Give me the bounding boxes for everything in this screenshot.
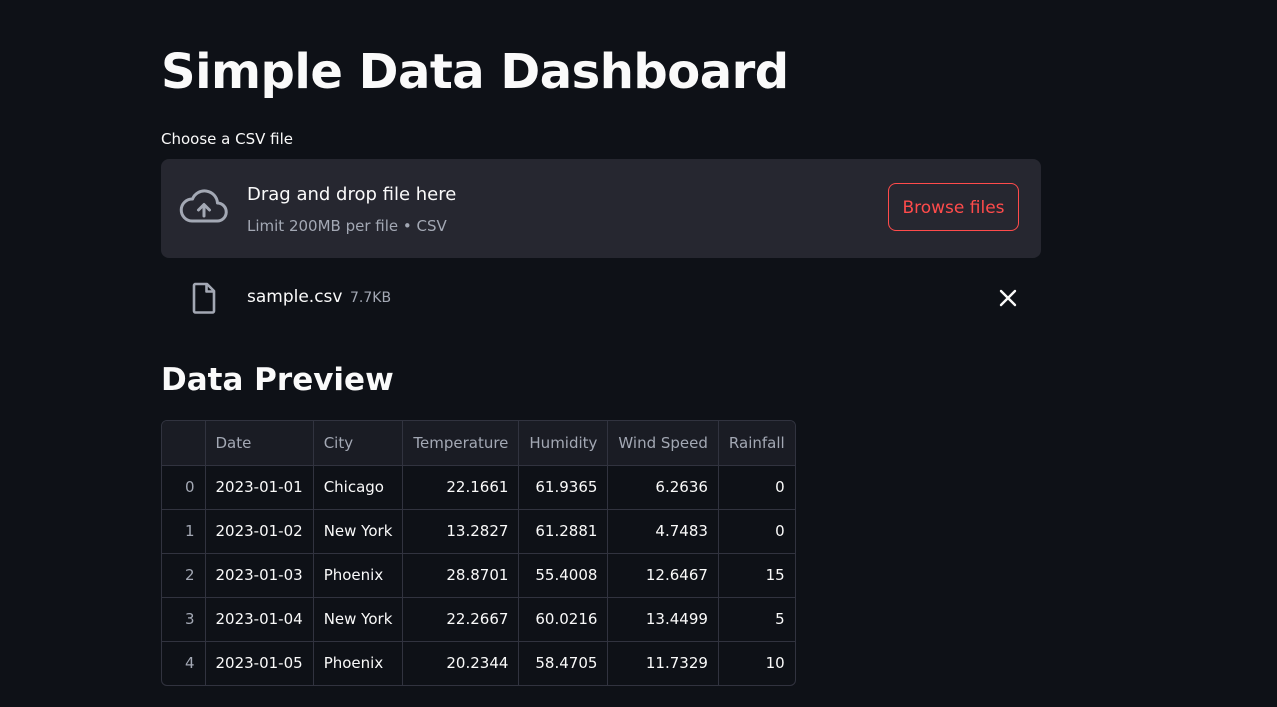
cell-date[interactable]: 2023-01-01 <box>205 465 314 510</box>
column-header-date[interactable]: Date <box>205 421 314 466</box>
column-header-humidity[interactable]: Humidity <box>518 421 609 466</box>
cell-rainfall[interactable]: 0 <box>718 509 795 554</box>
uploaded-file-size: 7.7KB <box>350 290 392 306</box>
column-header-temperature[interactable]: Temperature <box>402 421 520 466</box>
cell-wind-speed[interactable]: 4.7483 <box>607 509 719 554</box>
table-row: 1 2023-01-02 New York 13.2827 61.2881 4.… <box>162 509 795 554</box>
cell-humidity[interactable]: 60.0216 <box>518 597 609 642</box>
row-index: 1 <box>162 509 206 554</box>
table-header-row: Date City Temperature Humidity Wind Spee… <box>162 421 795 466</box>
row-index: 2 <box>162 553 206 598</box>
cell-date[interactable]: 2023-01-04 <box>205 597 314 642</box>
cell-date[interactable]: 2023-01-02 <box>205 509 314 554</box>
column-header-index[interactable] <box>162 421 206 466</box>
cell-rainfall[interactable]: 10 <box>718 641 794 685</box>
uploader-label: Choose a CSV file <box>161 130 293 148</box>
cell-rainfall[interactable]: 5 <box>718 597 795 642</box>
row-index: 3 <box>162 597 206 642</box>
cell-humidity[interactable]: 58.4705 <box>518 641 609 685</box>
cell-city[interactable]: New York <box>313 597 404 642</box>
cell-city[interactable]: Chicago <box>313 465 404 510</box>
data-preview-title: Data Preview <box>161 362 394 398</box>
cell-rainfall[interactable]: 15 <box>718 553 795 598</box>
cell-wind-speed[interactable]: 11.7329 <box>607 641 719 685</box>
cell-city[interactable]: Phoenix <box>313 641 404 685</box>
uploaded-file-row: sample.csv 7.7KB <box>161 272 1041 322</box>
dropzone-title: Drag and drop file here <box>247 184 457 205</box>
row-index: 0 <box>162 465 206 510</box>
column-header-wind-speed[interactable]: Wind Speed <box>607 421 719 466</box>
table-row: 4 2023-01-05 Phoenix 20.2344 58.4705 11.… <box>162 641 795 685</box>
cell-humidity[interactable]: 61.2881 <box>518 509 609 554</box>
close-icon[interactable] <box>997 287 1019 309</box>
browse-files-button[interactable]: Browse files <box>888 183 1019 231</box>
cell-temperature[interactable]: 28.8701 <box>402 553 520 598</box>
row-index: 4 <box>162 641 206 685</box>
cell-wind-speed[interactable]: 12.6467 <box>607 553 719 598</box>
file-dropzone[interactable]: Drag and drop file here Limit 200MB per … <box>161 159 1041 258</box>
column-header-rainfall[interactable]: Rainfall <box>718 421 795 466</box>
cell-wind-speed[interactable]: 6.2636 <box>607 465 719 510</box>
table-row: 3 2023-01-04 New York 22.2667 60.0216 13… <box>162 597 795 642</box>
uploaded-file-name: sample.csv <box>247 287 343 307</box>
cell-temperature[interactable]: 20.2344 <box>402 641 520 685</box>
cell-humidity[interactable]: 55.4008 <box>518 553 609 598</box>
table-row: 0 2023-01-01 Chicago 22.1661 61.9365 6.2… <box>162 465 795 510</box>
file-icon <box>192 282 216 314</box>
cell-date[interactable]: 2023-01-03 <box>205 553 314 598</box>
cell-humidity[interactable]: 61.9365 <box>518 465 609 510</box>
column-header-city[interactable]: City <box>313 421 404 466</box>
data-preview-table[interactable]: Date City Temperature Humidity Wind Spee… <box>161 420 796 686</box>
table-row: 2 2023-01-03 Phoenix 28.8701 55.4008 12.… <box>162 553 795 598</box>
cloud-upload-icon <box>179 189 228 223</box>
cell-wind-speed[interactable]: 13.4499 <box>607 597 719 642</box>
dropzone-limit-text: Limit 200MB per file • CSV <box>247 217 447 235</box>
cell-city[interactable]: Phoenix <box>313 553 404 598</box>
cell-temperature[interactable]: 22.2667 <box>402 597 520 642</box>
cell-rainfall[interactable]: 0 <box>718 465 795 510</box>
cell-temperature[interactable]: 22.1661 <box>402 465 520 510</box>
cell-city[interactable]: New York <box>313 509 404 554</box>
page-title: Simple Data Dashboard <box>161 44 789 100</box>
cell-date[interactable]: 2023-01-05 <box>205 641 314 685</box>
cell-temperature[interactable]: 13.2827 <box>402 509 520 554</box>
